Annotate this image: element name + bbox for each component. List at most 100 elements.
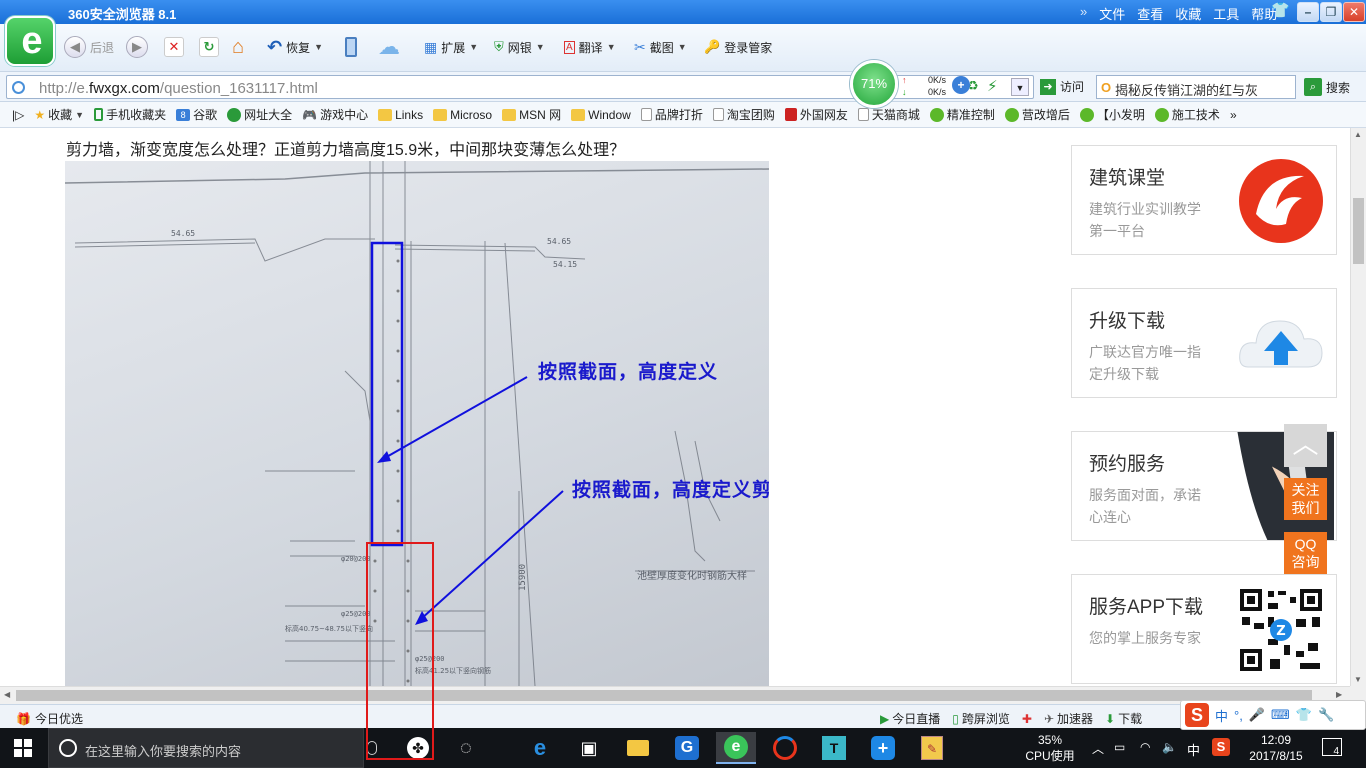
phone-button[interactable] (345, 34, 357, 60)
home-button[interactable]: ⌂ (232, 34, 244, 60)
favorite-vat[interactable]: 营改增后 (1000, 106, 1075, 123)
maximize-button[interactable]: ❐ (1320, 2, 1342, 22)
windows-start-icon[interactable] (14, 739, 32, 757)
menu-tools[interactable]: 工具 (1207, 4, 1245, 23)
taskbar-explorer-icon[interactable] (618, 732, 658, 764)
scroll-left-icon[interactable]: ◀ (4, 690, 10, 699)
favorite-mobile[interactable]: 手机收藏夹 (89, 106, 171, 123)
skin-icon[interactable]: 👕 (1271, 3, 1290, 19)
favorite-microsoft[interactable]: Microso (428, 108, 497, 122)
cpu-usage[interactable]: 35% CPU使用 (1022, 732, 1078, 764)
volume-icon[interactable]: 🔈 (1162, 740, 1177, 768)
scroll-right-icon[interactable]: ▶ (1336, 690, 1342, 699)
cross-screen-button[interactable]: ▯ 跨屏浏览 (952, 710, 1010, 727)
taskbar-edge-icon[interactable]: e (520, 732, 560, 764)
taskbar-app-spiral-icon[interactable]: ◌ (446, 732, 486, 764)
taskbar-cad-icon[interactable]: T (814, 732, 854, 764)
extend-button[interactable]: ▦ 扩展 ▼ (424, 34, 478, 60)
microphone-icon[interactable] (367, 741, 377, 755)
sidebar-card-app[interactable]: 服务APP下载 您的掌上服务专家 Z (1071, 574, 1337, 684)
taskbar-store-icon[interactable]: ▣ (569, 732, 609, 764)
menu-chevron-icon[interactable]: » (1080, 4, 1093, 23)
search-button[interactable]: ⌕ 搜索 (1304, 78, 1350, 96)
back-button[interactable]: ◀ 后退 (64, 34, 114, 60)
medical-icon[interactable]: ✚ (1022, 712, 1032, 726)
favorite-hao[interactable]: 网址大全 (222, 106, 297, 123)
favorite-links[interactable]: Links (373, 108, 428, 122)
taskbar-360browser-icon[interactable]: e (716, 732, 756, 764)
favorite-construction[interactable]: 施工技术 (1150, 106, 1225, 123)
favorite-windows[interactable]: Window (566, 108, 636, 122)
browser-logo[interactable]: e (5, 16, 55, 66)
horizontal-scroll-thumb[interactable] (16, 690, 1312, 701)
horizontal-scrollbar[interactable]: ◀ ▶ (0, 686, 1350, 704)
speed-plus-icon[interactable]: + (952, 76, 970, 94)
live-button[interactable]: ▶ 今日直播 (880, 710, 940, 727)
visit-button[interactable]: ➜ 访问 (1040, 78, 1084, 95)
wifi-icon[interactable]: ◠ (1140, 740, 1150, 768)
favorite-games[interactable]: 🎮 游戏中心 (297, 106, 373, 123)
menu-favorites[interactable]: 收藏 (1169, 4, 1207, 23)
taskbar-360safe-icon[interactable] (765, 732, 805, 764)
follow-us-button[interactable]: 关注 我们 (1284, 478, 1327, 520)
favorite-msn[interactable]: MSN 网 (497, 106, 566, 123)
cloud-button[interactable]: ☁ (378, 34, 400, 60)
login-manager-button[interactable]: 🔑 登录管家 (704, 34, 772, 60)
daily-picks[interactable]: 🎁 今日优选 (16, 710, 83, 727)
favorite-google[interactable]: 8 谷歌 (171, 106, 222, 123)
ime-punct-toggle[interactable]: °, (1234, 708, 1243, 723)
task-view-icon[interactable]: ✤ (398, 732, 438, 764)
download-button[interactable]: ⬇ 下载 (1105, 710, 1142, 727)
taskbar-tool-icon[interactable]: + (863, 732, 903, 764)
refresh-button[interactable]: ↻ (199, 34, 219, 60)
netbank-button[interactable]: ⛨ 网银 ▼ (494, 34, 545, 60)
favorite-precise[interactable]: 精准控制 (925, 106, 1000, 123)
favbar-toggle-icon[interactable]: |▷ (0, 108, 29, 122)
battery-icon[interactable]: ▭ (1114, 740, 1125, 768)
search-input[interactable]: O 揭秘反传销江湖的红与灰 (1096, 75, 1296, 99)
taskbar-notes-icon[interactable]: ✎ (912, 732, 952, 764)
url-text[interactable]: http://e.fwxgx.com/question_1631117.html (39, 80, 318, 97)
taskbar-search-input[interactable]: 在这里输入你要搜索的内容 (48, 728, 377, 768)
sidebar-card-upgrade[interactable]: 升级下载 广联达官方唯一指定升级下载 (1071, 288, 1337, 398)
translate-button[interactable]: A 翻译 ▼ (564, 34, 616, 60)
keyboard-icon[interactable]: ⌨ (1271, 707, 1290, 723)
microphone-icon[interactable]: 🎤 (1249, 707, 1265, 723)
address-dropdown-icon[interactable]: ▼ (1011, 78, 1029, 96)
speed-ball[interactable]: 71% (850, 60, 898, 108)
minimize-button[interactable]: – (1297, 2, 1319, 22)
favorite-foreign[interactable]: 外国网友 (780, 106, 853, 123)
favorite-taobao[interactable]: 淘宝团购 (708, 106, 780, 123)
system-clock[interactable]: 12:09 2017/8/15 (1246, 732, 1306, 764)
back-to-top-button[interactable]: ︿ (1284, 424, 1327, 467)
taskbar-glodon-icon[interactable]: G (667, 732, 707, 764)
stop-button[interactable]: ✕ (164, 34, 184, 60)
vertical-scroll-thumb[interactable] (1353, 198, 1364, 264)
scroll-up-icon[interactable]: ▲ (1354, 130, 1362, 139)
favorite-tmall[interactable]: 天猫商城 (853, 106, 925, 123)
forward-button[interactable]: ▶ (126, 34, 148, 60)
ime-lang-toggle[interactable]: 中 (1215, 706, 1228, 725)
notification-center-icon[interactable]: 4 (1322, 738, 1342, 757)
vertical-scrollbar[interactable]: ▲ ▼ (1350, 128, 1366, 686)
favorite-collect[interactable]: ★ 收藏 ▼ (29, 106, 89, 123)
scroll-down-icon[interactable]: ▼ (1354, 675, 1362, 684)
favorite-invention[interactable]: 【小发明 (1075, 106, 1150, 123)
menu-file[interactable]: 文件 (1093, 4, 1131, 23)
tray-lang-indicator[interactable]: 中 (1187, 740, 1200, 768)
qq-consult-button[interactable]: QQ 咨询 (1284, 532, 1327, 574)
restore-button[interactable]: ↶ 恢复 ▼ (267, 34, 323, 60)
accelerator-button[interactable]: ✈ 加速器 (1044, 710, 1093, 727)
skin-icon[interactable]: 👕 (1296, 707, 1312, 723)
lightning-icon[interactable]: ⚡ (987, 77, 998, 95)
favorite-brand[interactable]: 品牌打折 (636, 106, 708, 123)
wrench-icon[interactable]: 🔧 (1318, 707, 1334, 723)
sidebar-card-classroom[interactable]: 建筑课堂 建筑行业实训教学第一平台 (1071, 145, 1337, 255)
menu-view[interactable]: 查看 (1131, 4, 1169, 23)
sogou-icon[interactable]: S (1185, 703, 1209, 727)
tray-sogou-icon[interactable]: S (1212, 738, 1230, 768)
favorites-more-icon[interactable]: » (1225, 108, 1242, 122)
tray-chevron-icon[interactable]: ︿ (1092, 740, 1104, 768)
close-button[interactable]: ✕ (1343, 2, 1365, 22)
screenshot-button[interactable]: ✂ 截图 ▼ (634, 34, 687, 60)
